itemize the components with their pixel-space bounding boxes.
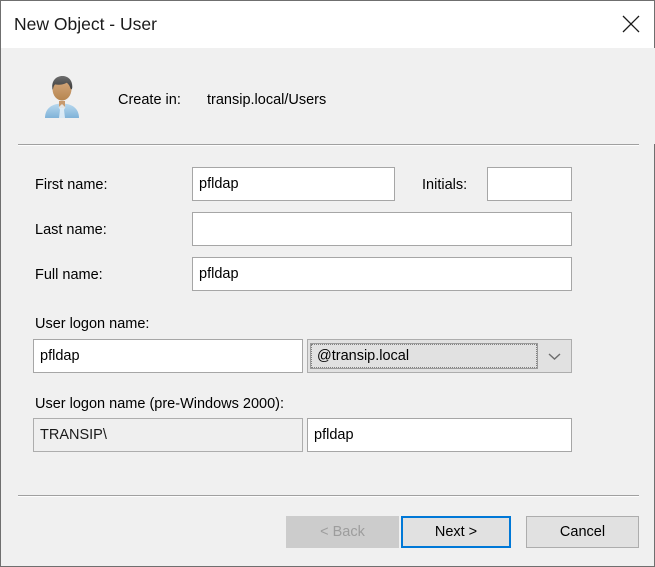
initials-label: Initials: xyxy=(422,177,468,193)
page-title: New Object - User xyxy=(14,14,157,34)
footer-divider xyxy=(18,495,639,497)
logon-name-label: User logon name: xyxy=(35,316,150,332)
new-object-user-dialog: New Object - User Create in: transip.loc… xyxy=(0,0,655,567)
last-name-label: Last name: xyxy=(35,222,107,238)
logon-name-input[interactable] xyxy=(33,339,303,373)
last-name-input[interactable] xyxy=(192,212,572,246)
cancel-button[interactable]: Cancel xyxy=(526,516,639,548)
full-name-input[interactable] xyxy=(192,257,572,291)
dialog-header: Create in: transip.local/Users xyxy=(2,48,655,144)
first-name-label: First name: xyxy=(35,177,108,193)
logon-domain-select[interactable]: @transip.local xyxy=(307,339,572,373)
first-name-input[interactable] xyxy=(192,167,395,201)
initials-input[interactable] xyxy=(487,167,572,201)
back-button[interactable]: < Back xyxy=(286,516,399,548)
logon-name-pre2000-input[interactable] xyxy=(307,418,572,452)
close-button[interactable] xyxy=(608,1,654,47)
full-name-label: Full name: xyxy=(35,267,103,283)
logon-name-pre2000-label: User logon name (pre-Windows 2000): xyxy=(35,396,285,412)
next-button[interactable]: Next > xyxy=(401,516,511,548)
title-bar: New Object - User xyxy=(1,1,654,49)
form-area: First name: Initials: Last name: Full na… xyxy=(2,145,655,495)
close-icon xyxy=(621,14,641,34)
logon-domain-prefix-input xyxy=(33,418,303,452)
logon-domain-selected-value: @transip.local xyxy=(310,343,538,369)
user-avatar-icon xyxy=(38,71,86,119)
chevron-down-icon xyxy=(537,340,571,372)
create-in-value: transip.local/Users xyxy=(207,92,327,108)
create-in-label: Create in: xyxy=(118,92,181,108)
